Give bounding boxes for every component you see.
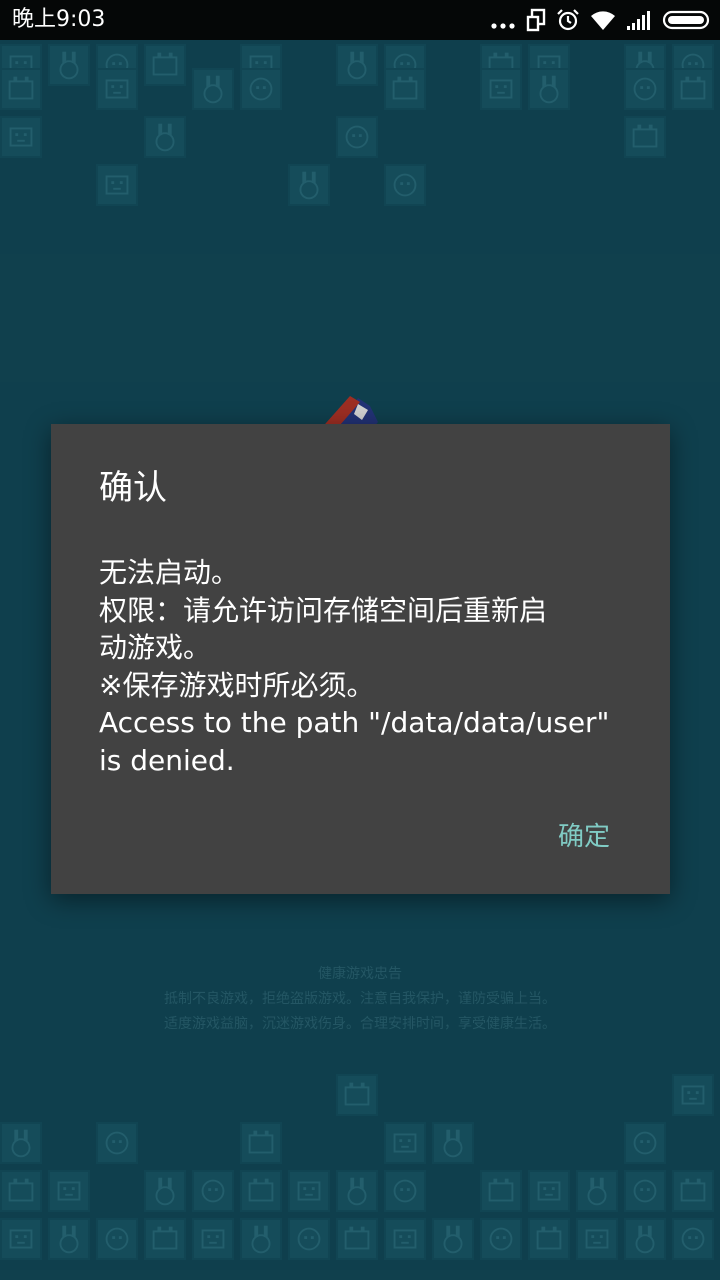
dialog-message-line: 无法启动。 [99, 556, 240, 589]
ok-button[interactable]: 确定 [558, 820, 610, 854]
dialog-title: 确认 [99, 468, 167, 508]
more-dots-icon [491, 23, 515, 29]
signal-icon [627, 11, 650, 30]
dialog-message-line: ※保存游戏时所必须。 [99, 668, 375, 702]
dialog-message: 无法启动。 权限：请允许访问存储空间后重新启 动游戏。 ※保存游戏时所必须。 A… [99, 554, 639, 779]
status-bar: 晚上9:03 [0, 0, 720, 40]
screen-rotate-icon [526, 8, 546, 32]
battery-icon [662, 10, 710, 30]
wifi-icon [591, 11, 615, 30]
confirm-dialog: 确认 无法启动。 权限：请允许访问存储空间后重新启 动游戏。 ※保存游戏时所必须… [51, 424, 670, 894]
dialog-message-line: 动游戏。 [99, 631, 212, 664]
dialog-message-line: 权限：请允许访问存储空间后重新启 [99, 593, 548, 627]
dialog-message-line: Access to the path "/data/data/user" [99, 706, 610, 739]
status-time: 晚上9:03 [12, 7, 106, 32]
game-screen: 健康游戏忠告 抵制不良游戏，拒绝盗版游戏。注意自我保护，谨防受骗上当。 适度游戏… [0, 0, 720, 1280]
dialog-message-line: is denied. [99, 743, 235, 777]
alarm-icon [557, 9, 579, 31]
